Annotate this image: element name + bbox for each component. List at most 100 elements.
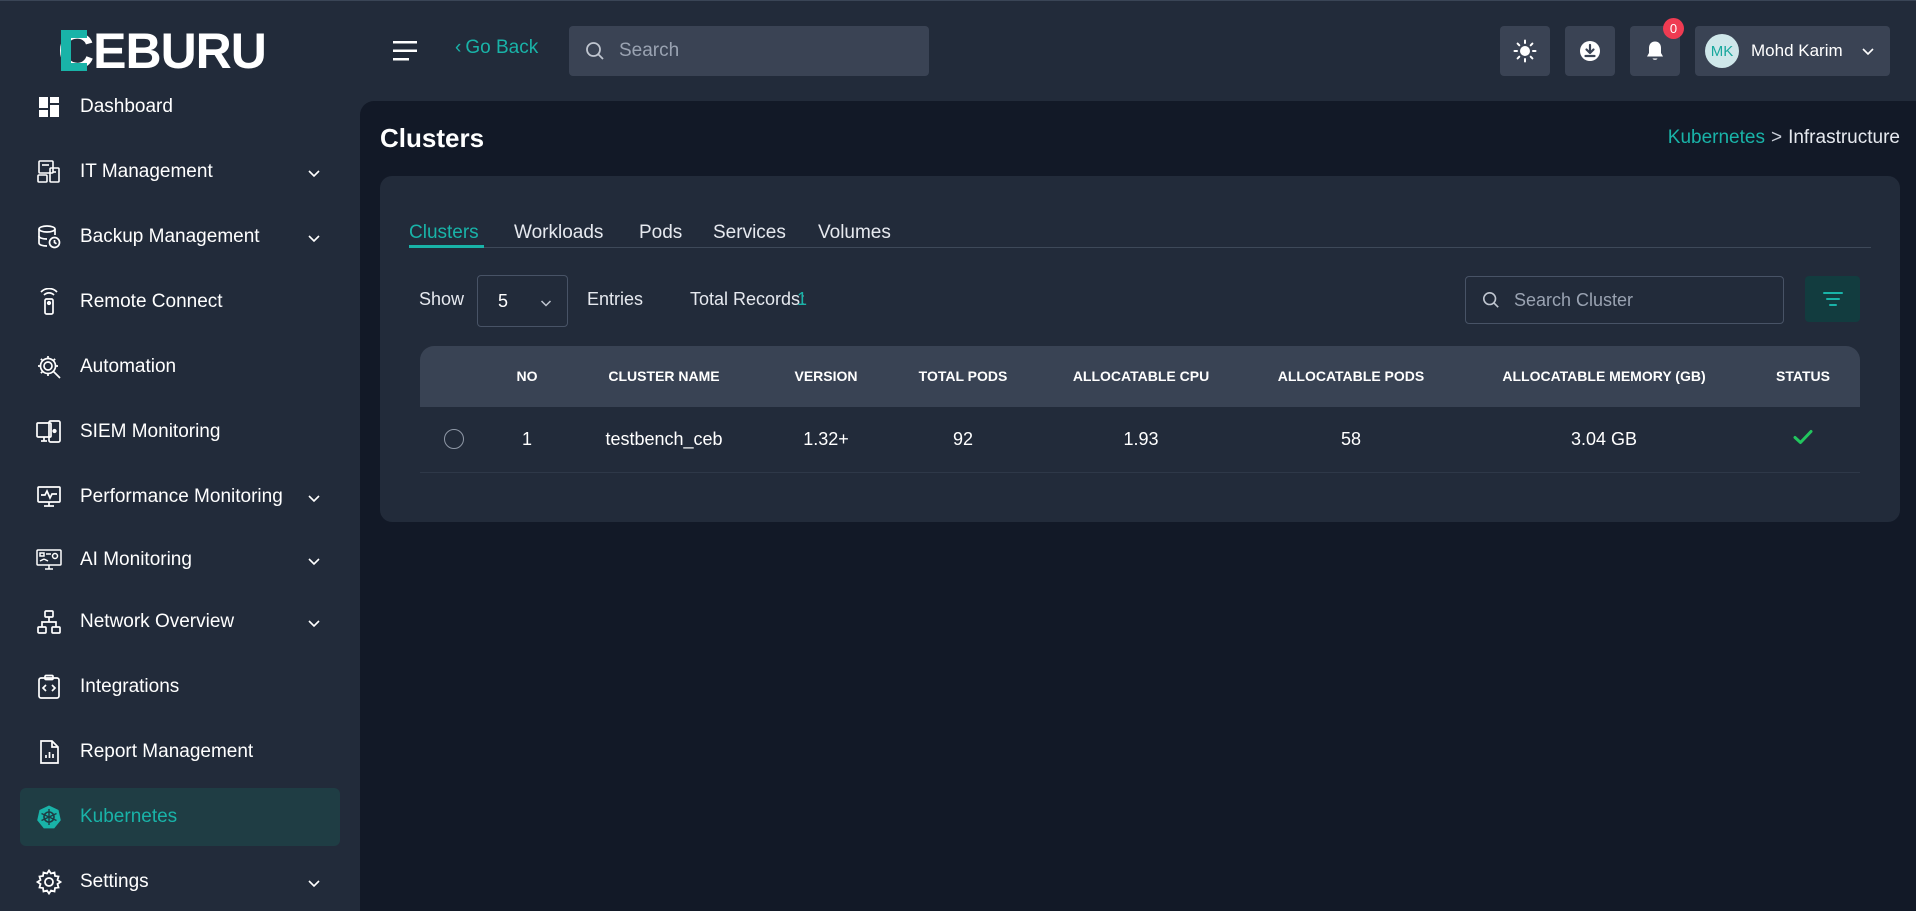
sidebar-item-backup-management[interactable]: Backup Management — [20, 208, 340, 266]
it-management-icon — [35, 158, 63, 186]
cell-cluster-name: testbench_ceb — [605, 429, 723, 449]
table-header: NO CLUSTER NAME VERSION TOTAL PODS ALLOC… — [420, 346, 1860, 407]
global-search[interactable] — [569, 26, 929, 76]
download-icon — [1580, 41, 1600, 61]
integrations-code-icon — [35, 673, 63, 701]
column-header: STATUS — [1776, 368, 1830, 384]
user-name: Mohd Karim — [1751, 41, 1843, 60]
bell-icon — [1647, 41, 1663, 60]
global-search-input[interactable] — [619, 40, 899, 62]
column-header: NO — [516, 368, 538, 384]
chevron-down-icon — [540, 300, 552, 307]
clusters-card: Clusters Workloads Pods Services Volumes… — [380, 176, 1900, 522]
chevron-down-icon — [308, 170, 320, 178]
theme-toggle-button[interactable] — [1500, 26, 1550, 76]
sidebar-item-it-management[interactable]: IT Management — [20, 143, 340, 201]
download-button[interactable] — [1565, 26, 1615, 76]
chevron-down-icon — [1862, 48, 1874, 56]
main-content: Clusters Kubernetes > Infrastructure Clust… — [360, 101, 1916, 911]
breadcrumb-kubernetes-link[interactable]: Kubernetes — [1668, 127, 1765, 148]
kubernetes-icon — [35, 803, 63, 831]
siem-devices-icon — [35, 418, 63, 446]
chevron-down-icon — [308, 620, 320, 628]
cluster-search-input[interactable] — [1514, 289, 1764, 311]
chevron-down-icon — [308, 880, 320, 888]
chevron-down-icon — [308, 235, 320, 243]
sidebar-item-automation[interactable]: Automation — [20, 338, 340, 396]
tab-workloads[interactable]: Workloads — [514, 222, 603, 244]
sidebar-item-report-management[interactable]: Report Management — [20, 723, 340, 781]
column-header: TOTAL PODS — [918, 368, 1008, 384]
entries-value: 5 — [498, 290, 509, 311]
total-records-value: 1 — [797, 289, 808, 309]
sidebar-item-network-overview[interactable]: Network Overview — [20, 593, 340, 651]
sidebar-item-settings[interactable]: Settings — [20, 853, 340, 911]
breadcrumb-current: Infrastructure — [1788, 127, 1900, 148]
sidebar-item-label: Integrations — [80, 676, 180, 697]
sidebar: Dashboard IT Management Backup Managemen… — [0, 90, 360, 911]
entries-per-page-select[interactable]: 5 — [477, 275, 568, 327]
breadcrumb-separator: > — [1770, 127, 1783, 148]
notification-count-badge: 0 — [1663, 18, 1684, 39]
sidebar-item-label: Automation — [80, 356, 177, 377]
remote-antenna-icon — [35, 288, 63, 316]
cell-total-pods: 92 — [952, 429, 974, 449]
sidebar-item-performance-monitoring[interactable]: Performance Monitoring — [20, 468, 340, 526]
sidebar-item-dashboard[interactable]: Dashboard — [20, 78, 340, 136]
total-records-label: Total Records: — [690, 289, 806, 309]
performance-monitor-icon — [35, 483, 63, 511]
network-topology-icon — [35, 608, 63, 636]
sidebar-item-label: Network Overview — [80, 611, 235, 632]
cell-version: 1.32+ — [803, 429, 849, 449]
table-row[interactable]: 1 testbench_ceb 1.32+ 92 1.93 58 3.04 GB — [420, 407, 1860, 473]
cell-allocatable-pods: 58 — [1340, 429, 1362, 449]
sidebar-item-label: Settings — [80, 871, 149, 892]
cell-allocatable-cpu: 1.93 — [1123, 429, 1159, 449]
chevron-down-icon — [308, 558, 320, 566]
row-select-radio[interactable] — [444, 429, 464, 449]
database-backup-icon — [35, 223, 63, 251]
sidebar-item-label: IT Management — [80, 161, 213, 182]
column-header: ALLOCATABLE MEMORY (GB) — [1502, 368, 1706, 384]
dashboard-icon — [35, 93, 63, 121]
page-title: Clusters — [380, 123, 485, 153]
tab-volumes[interactable]: Volumes — [818, 222, 891, 244]
settings-gear-icon — [35, 868, 63, 896]
sidebar-item-label: Performance Monitoring — [80, 486, 283, 507]
sidebar-item-label: SIEM Monitoring — [80, 421, 221, 442]
entries-label: Entries — [587, 289, 644, 309]
active-tab-indicator — [409, 245, 484, 248]
cluster-search[interactable] — [1465, 276, 1784, 324]
sidebar-item-label: Backup Management — [80, 226, 260, 247]
sidebar-item-label: Remote Connect — [80, 291, 223, 312]
column-header: CLUSTER NAME — [608, 368, 720, 384]
sun-icon — [1513, 39, 1537, 63]
user-menu-button[interactable]: MK Mohd Karim — [1695, 26, 1890, 76]
tab-pods[interactable]: Pods — [639, 222, 682, 244]
column-header: ALLOCATABLE CPU — [1072, 368, 1210, 384]
go-back-label: Go Back — [465, 37, 539, 58]
tab-services[interactable]: Services — [713, 222, 786, 244]
filter-button[interactable] — [1805, 276, 1860, 322]
ceburu-logo[interactable]: CEBURU — [58, 26, 303, 74]
sidebar-item-ai-monitoring[interactable]: AI Monitoring — [20, 531, 340, 589]
report-file-icon — [35, 738, 63, 766]
notifications-button[interactable]: 0 — [1630, 18, 1684, 76]
ai-monitor-icon — [35, 546, 63, 574]
check-icon — [1793, 430, 1813, 444]
sidebar-item-remote-connect[interactable]: Remote Connect — [20, 273, 340, 331]
automation-gear-icon — [35, 353, 63, 381]
cell-status — [1793, 429, 1813, 450]
sidebar-item-siem-monitoring[interactable]: SIEM Monitoring — [20, 403, 340, 461]
avatar: MK — [1705, 34, 1739, 68]
tab-clusters[interactable]: Clusters — [409, 222, 479, 244]
chevron-down-icon — [308, 495, 320, 503]
clusters-table: NO CLUSTER NAME VERSION TOTAL PODS ALLOC… — [420, 346, 1860, 473]
sidebar-item-kubernetes[interactable]: Kubernetes — [20, 788, 340, 846]
sidebar-item-label: Report Management — [80, 741, 254, 762]
logo-text: CEBURU — [58, 26, 266, 74]
sidebar-item-integrations[interactable]: Integrations — [20, 658, 340, 716]
hamburger-menu-icon[interactable] — [390, 38, 420, 64]
go-back-link[interactable]: ‹ Go Back — [455, 37, 538, 59]
search-icon — [1482, 291, 1499, 308]
